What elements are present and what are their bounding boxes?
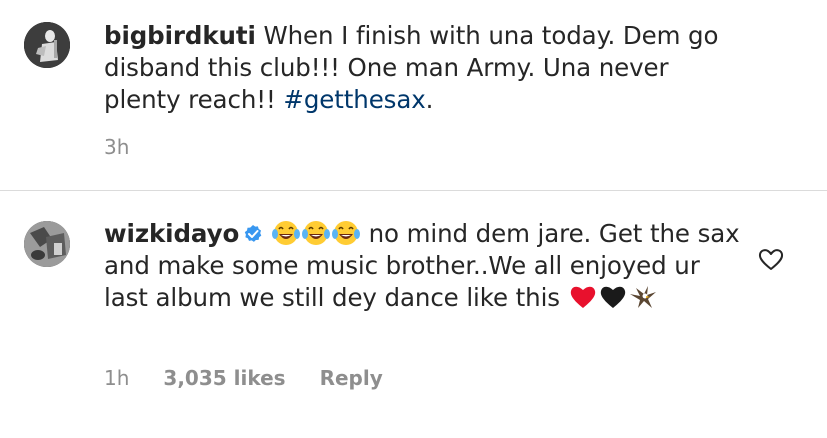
- avatar[interactable]: [24, 221, 70, 267]
- comment-item: bigbirdkuti When I finish with una today…: [0, 0, 827, 190]
- verified-badge-icon: [245, 225, 262, 242]
- reply-button[interactable]: Reply: [320, 366, 383, 390]
- heart-outline-icon[interactable]: [758, 247, 784, 271]
- comment-item: wizkidayo no mind dem jare. Get the sax …: [0, 191, 827, 438]
- comment-text: wizkidayo no mind dem jare. Get the sax …: [104, 218, 744, 314]
- face-with-tears-of-joy-icon: [331, 221, 360, 245]
- avatar-image: [24, 22, 70, 68]
- avatar-image: [24, 221, 70, 267]
- comment-meta: 3h: [104, 135, 129, 159]
- comment-username[interactable]: bigbirdkuti: [104, 21, 256, 50]
- black-heart-icon: [600, 286, 625, 308]
- comment-timestamp[interactable]: 1h: [104, 366, 129, 390]
- comment-timestamp[interactable]: 3h: [104, 135, 129, 159]
- comment-trailing: .: [425, 85, 434, 114]
- face-with-tears-of-joy-icon: [301, 221, 330, 245]
- comment-text: bigbirdkuti When I finish with una today…: [104, 20, 744, 116]
- hashtag-link[interactable]: #getthesax: [283, 85, 425, 114]
- likes-count[interactable]: 3,035 likes: [163, 366, 285, 390]
- comment-meta: 1h 3,035 likes Reply: [104, 366, 383, 390]
- comment-username[interactable]: wizkidayo: [104, 219, 239, 248]
- face-with-tears-of-joy-icon: [271, 221, 300, 245]
- eagle-icon: [629, 286, 656, 308]
- avatar[interactable]: [24, 22, 70, 68]
- red-heart-icon: [570, 286, 595, 308]
